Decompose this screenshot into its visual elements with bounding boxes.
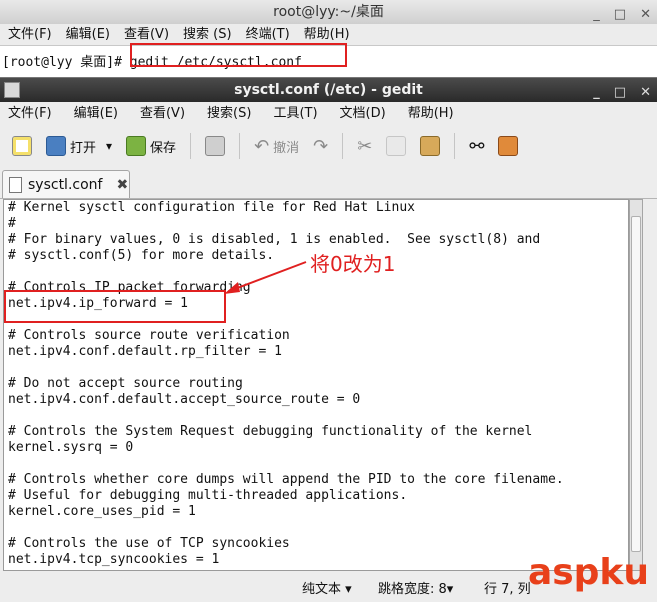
replace-button[interactable]: [494, 131, 522, 161]
save-icon: [126, 136, 147, 156]
menu-help[interactable]: 帮助(H): [408, 102, 454, 126]
editor-line: net.ipv4.conf.default.rp_filter = 1: [8, 344, 282, 359]
editor-line: # Controls whether core dumps will appen…: [8, 472, 564, 487]
find-button[interactable]: ⚯: [465, 131, 488, 161]
menu-documents[interactable]: 文档(D): [340, 102, 386, 126]
scrollbar-thumb[interactable]: [631, 216, 641, 552]
redo-button[interactable]: ↷: [309, 131, 332, 161]
tab-width-selector[interactable]: 跳格宽度: 8▾: [378, 578, 453, 602]
terminal-menu-search[interactable]: 搜索 (S): [183, 24, 232, 45]
language-selector[interactable]: 纯文本 ▾: [302, 578, 352, 602]
annotation-arrow: [224, 261, 307, 294]
toolbar-separator: [239, 133, 241, 159]
document-icon: [9, 176, 22, 193]
menu-tools[interactable]: 工具(T): [273, 102, 317, 126]
redo-icon: ↷: [313, 135, 329, 157]
tab-sysctl-conf[interactable]: sysctl.conf ✖: [2, 170, 130, 198]
scissors-icon: ✂: [357, 135, 373, 157]
save-button[interactable]: 保存: [122, 131, 180, 161]
undo-label: 撤消: [273, 140, 300, 156]
watermark-logo: aspku: [527, 552, 649, 593]
open-label: 打开: [70, 140, 97, 156]
editor-line: # Controls the use of TCP syncookies: [8, 536, 290, 551]
undo-icon: ↶: [254, 135, 270, 157]
editor-line: # Do not accept source routing: [8, 376, 243, 391]
editor-line: kernel.core_uses_pid = 1: [8, 504, 196, 519]
save-label: 保存: [150, 140, 177, 156]
gedit-app-icon: [4, 82, 20, 98]
editor-line: # Kernel sysctl configuration file for R…: [8, 200, 415, 215]
menu-edit[interactable]: 编辑(E): [74, 102, 118, 126]
toolbar-separator: [342, 133, 344, 159]
copy-icon: [386, 136, 407, 156]
new-document-button[interactable]: [8, 131, 36, 161]
editor-line: #: [8, 216, 16, 231]
gedit-toolbar: 打开 ▾ 保存 ↶ 撤消 ↷ ✂ ⚯: [0, 128, 657, 164]
chevron-down-icon[interactable]: ▾: [106, 139, 112, 153]
terminal-prompt: [root@lyy 桌面]#: [2, 55, 122, 70]
paste-button[interactable]: [416, 131, 444, 161]
terminal-menu-edit[interactable]: 编辑(E): [66, 24, 110, 45]
find-replace-icon: [498, 136, 519, 156]
editor-line: # Useful for debugging multi-threaded ap…: [8, 488, 408, 503]
menu-search[interactable]: 搜索(S): [207, 102, 251, 126]
terminal-menu-view[interactable]: 查看(V): [124, 24, 169, 45]
terminal-title: root@lyy:~/桌面: [273, 4, 384, 20]
menu-view[interactable]: 查看(V): [140, 102, 185, 126]
gedit-window: sysctl.conf (/etc) - gedit _ □ ✕ 文件(F) 编…: [0, 77, 657, 602]
terminal-menu-file[interactable]: 文件(F): [8, 24, 52, 45]
binoculars-icon: ⚯: [469, 135, 485, 157]
menu-file[interactable]: 文件(F): [8, 102, 52, 126]
gedit-title: sysctl.conf (/etc) - gedit: [234, 82, 423, 98]
editor-line: # Controls source route verification: [8, 328, 290, 343]
undo-button[interactable]: ↶ 撤消: [250, 131, 303, 161]
close-icon[interactable]: ✖: [116, 177, 128, 193]
editor-line: net.ipv4.conf.default.accept_source_rout…: [8, 392, 361, 407]
document-tabbar: sysctl.conf ✖: [0, 166, 657, 199]
terminal-menu-terminal[interactable]: 终端(T): [246, 24, 290, 45]
copy-button[interactable]: [382, 131, 410, 161]
toolbar-separator: [454, 133, 456, 159]
gedit-menubar: 文件(F) 编辑(E) 查看(V) 搜索(S) 工具(T) 文档(D) 帮助(H…: [0, 102, 657, 126]
cut-button[interactable]: ✂: [353, 131, 376, 161]
gedit-title-bar: sysctl.conf (/etc) - gedit _ □ ✕: [0, 78, 657, 102]
terminal-title-bar: root@lyy:~/桌面 _ □ ✕: [0, 0, 657, 25]
open-button[interactable]: 打开 ▾: [42, 131, 116, 161]
command-highlight-box: [130, 43, 347, 67]
cursor-position: 行 7, 列: [484, 582, 531, 597]
annotation-text: 将0改为1: [310, 252, 396, 276]
line-highlight-box: [4, 290, 226, 323]
toolbar-separator: [190, 133, 192, 159]
clipboard-icon: [420, 136, 441, 156]
vertical-scrollbar[interactable]: [629, 199, 643, 571]
editor-line: # Controls the System Request debugging …: [8, 424, 533, 439]
printer-icon: [205, 136, 226, 156]
editor-line: kernel.sysrq = 0: [8, 440, 134, 455]
tab-label: sysctl.conf: [28, 176, 103, 193]
folder-open-icon: [46, 136, 66, 156]
print-button[interactable]: [201, 131, 229, 161]
terminal-menu-help[interactable]: 帮助(H): [304, 24, 350, 45]
new-document-icon: [12, 136, 32, 156]
editor-line: # For binary values, 0 is disabled, 1 is…: [8, 232, 541, 247]
